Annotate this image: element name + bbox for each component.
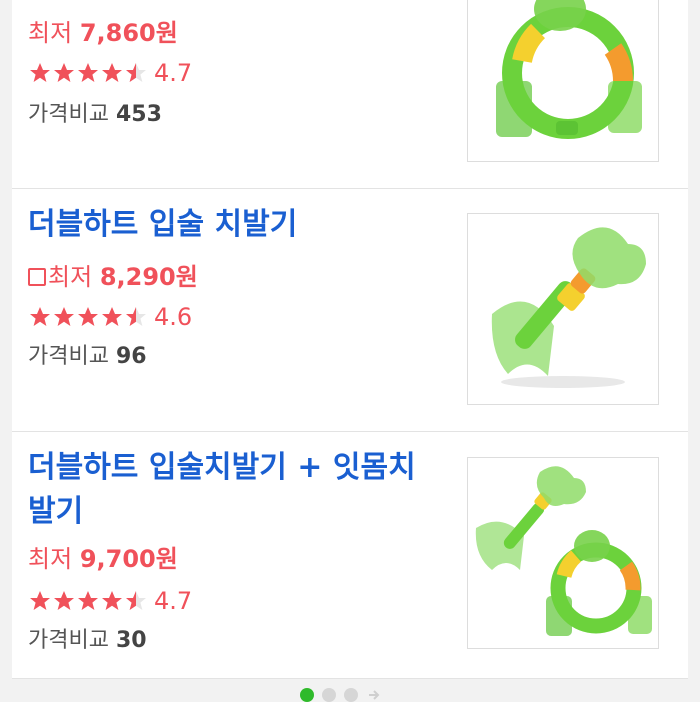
product-2-price-value: 8,290원: [99, 263, 198, 291]
divider: [12, 678, 688, 679]
product-2-rating-value: 4.6: [154, 303, 193, 331]
lip-teether-image: [491, 227, 646, 388]
product-2-compare-count: 96: [115, 344, 147, 369]
product-3-rating-value: 4.7: [154, 587, 193, 615]
product-1-stars: [28, 61, 148, 85]
product-3-compare[interactable]: 가격비교 30: [28, 626, 147, 656]
star-icon: [30, 63, 50, 82]
coupon-icon: [28, 268, 46, 286]
product-1-compare[interactable]: 가격비교 453: [28, 100, 162, 130]
product-2-title[interactable]: 더블하트 입술 치발기: [28, 203, 438, 247]
product-2-price: 최저 8,290원: [28, 262, 198, 292]
star-icon: [102, 307, 122, 326]
product-1-price-value: 7,860원: [79, 19, 178, 47]
product-3-price: 최저 9,700원: [28, 544, 178, 574]
teether-ring-image: [496, 0, 642, 139]
teether-set-image: [475, 466, 652, 636]
product-3-rating: 4.7: [28, 586, 192, 616]
star-icon: [78, 591, 98, 610]
product-3-compare-label: 가격비교: [28, 628, 109, 653]
product-3-price-value: 9,700원: [79, 545, 178, 573]
star-icon: [54, 591, 74, 610]
product-3-title[interactable]: 더블하트 입술치발기 + 잇몸치발기: [28, 446, 438, 534]
product-3-compare-count: 30: [115, 628, 147, 653]
star-icon: [54, 307, 74, 326]
star-icon: [54, 63, 74, 82]
half-star-icon: [126, 591, 146, 610]
star-icon: [78, 307, 98, 326]
product-1-price-label: 최저: [28, 19, 73, 47]
product-2-compare[interactable]: 가격비교 96: [28, 342, 147, 372]
half-star-icon: [126, 307, 146, 326]
product-2-compare-label: 가격비교: [28, 344, 109, 369]
star-icon: [78, 63, 98, 82]
product-1-price: 최저 7,860원: [28, 18, 178, 48]
product-2-stars: [28, 305, 148, 329]
product-3-price-label: 최저: [28, 545, 73, 573]
star-icon: [102, 63, 122, 82]
product-3-stars: [28, 589, 148, 613]
product-2-price-label: 최저: [48, 263, 93, 291]
product-1-rating-value: 4.7: [154, 59, 193, 87]
product-1-compare-count: 453: [115, 102, 162, 127]
star-icon: [30, 307, 50, 326]
star-icon: [30, 591, 50, 610]
half-star-icon: [126, 63, 146, 82]
product-3-image[interactable]: [467, 457, 659, 649]
product-1-image[interactable]: [467, 0, 659, 162]
product-2-rating: 4.6: [28, 302, 192, 332]
star-icon: [102, 591, 122, 610]
product-2-image[interactable]: [467, 213, 659, 405]
product-1-rating: 4.7: [28, 58, 192, 88]
product-1-compare-label: 가격비교: [28, 102, 109, 127]
